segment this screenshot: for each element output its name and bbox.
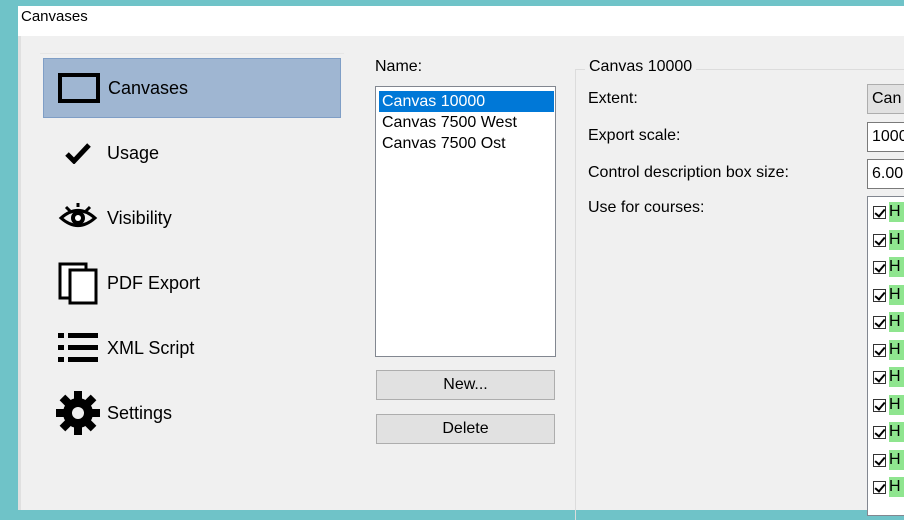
checkmark-icon (55, 130, 101, 176)
nav-item-settings[interactable]: Settings (43, 383, 341, 443)
title-bar: Canvases (18, 6, 904, 36)
course-checkbox[interactable] (873, 205, 886, 219)
course-item[interactable]: H (873, 475, 904, 499)
nav-divider (40, 53, 344, 54)
course-label: H (889, 340, 904, 360)
course-checkbox[interactable] (873, 315, 886, 329)
nav-item-canvases[interactable]: Canvases (43, 58, 341, 118)
export-scale-label: Export scale: (588, 127, 681, 144)
group-title: Canvas 10000 (585, 58, 697, 76)
eye-icon (55, 195, 101, 241)
course-label: H (889, 367, 904, 387)
nav-item-usage[interactable]: Usage (43, 123, 341, 183)
nav-item-xml-script[interactable]: XML Script (43, 318, 341, 378)
delete-button[interactable]: Delete (376, 414, 555, 444)
course-label: H (889, 230, 904, 250)
name-label: Name: (375, 58, 423, 75)
nav-item-label: Canvases (108, 77, 189, 98)
gear-icon (55, 390, 101, 436)
course-item[interactable]: H (873, 310, 904, 334)
nav-item-label: Visibility (107, 207, 172, 228)
course-label: H (889, 450, 904, 470)
course-label: H (889, 477, 904, 497)
course-label: H (889, 395, 904, 415)
course-item[interactable]: H (873, 420, 904, 444)
course-checkbox[interactable] (873, 233, 886, 247)
window-left-edge (18, 36, 21, 510)
course-checkbox[interactable] (873, 425, 886, 439)
course-item[interactable]: H (873, 255, 904, 279)
course-checkbox[interactable] (873, 288, 886, 302)
course-item[interactable]: H (873, 283, 904, 307)
course-item[interactable]: H (873, 200, 904, 224)
canvas-rectangle-icon (56, 65, 102, 111)
nav-item-label: PDF Export (107, 272, 201, 293)
nav-item-label: XML Script (107, 337, 195, 358)
course-checkbox[interactable] (873, 398, 886, 412)
course-item[interactable]: H (873, 448, 904, 472)
extent-button[interactable]: Can (867, 84, 904, 114)
course-checkbox[interactable] (873, 370, 886, 384)
canvas-list[interactable]: Canvas 10000 Canvas 7500 West Canvas 750… (375, 86, 556, 357)
nav-item-visibility[interactable]: Visibility (43, 188, 341, 248)
course-checkbox[interactable] (873, 260, 886, 274)
course-label: H (889, 257, 904, 277)
nav-item-pdf-export[interactable]: PDF Export (43, 253, 341, 313)
canvas-list-item[interactable]: Canvas 7500 West (379, 112, 554, 133)
use-for-courses-label: Use for courses: (588, 199, 705, 216)
nav-item-label: Settings (107, 402, 173, 423)
courses-list[interactable]: H H H H H H H H H H H (867, 196, 904, 516)
course-label: H (889, 422, 904, 442)
canvases-dialog: Canvases Canvases Usage Visibility PDF E… (18, 6, 904, 520)
box-size-label: Control description box size: (588, 164, 789, 181)
course-label: H (889, 312, 904, 332)
list-icon (55, 325, 101, 371)
course-item[interactable]: H (873, 228, 904, 252)
canvas-list-item[interactable]: Canvas 10000 (379, 91, 554, 112)
course-checkbox[interactable] (873, 343, 886, 357)
canvas-list-item[interactable]: Canvas 7500 Ost (379, 133, 554, 154)
course-label: H (889, 285, 904, 305)
course-item[interactable]: H (873, 338, 904, 362)
extent-label: Extent: (588, 90, 638, 107)
course-item[interactable]: H (873, 393, 904, 417)
export-scale-input[interactable]: 1000 (867, 122, 904, 152)
new-button[interactable]: New... (376, 370, 555, 400)
box-size-input[interactable]: 6.00 (867, 159, 904, 189)
nav-item-label: Usage (107, 142, 160, 163)
course-label: H (889, 202, 904, 222)
course-checkbox[interactable] (873, 453, 886, 467)
window-title: Canvases (21, 8, 88, 25)
pages-icon (55, 260, 101, 306)
course-checkbox[interactable] (873, 480, 886, 494)
course-item[interactable]: H (873, 365, 904, 389)
